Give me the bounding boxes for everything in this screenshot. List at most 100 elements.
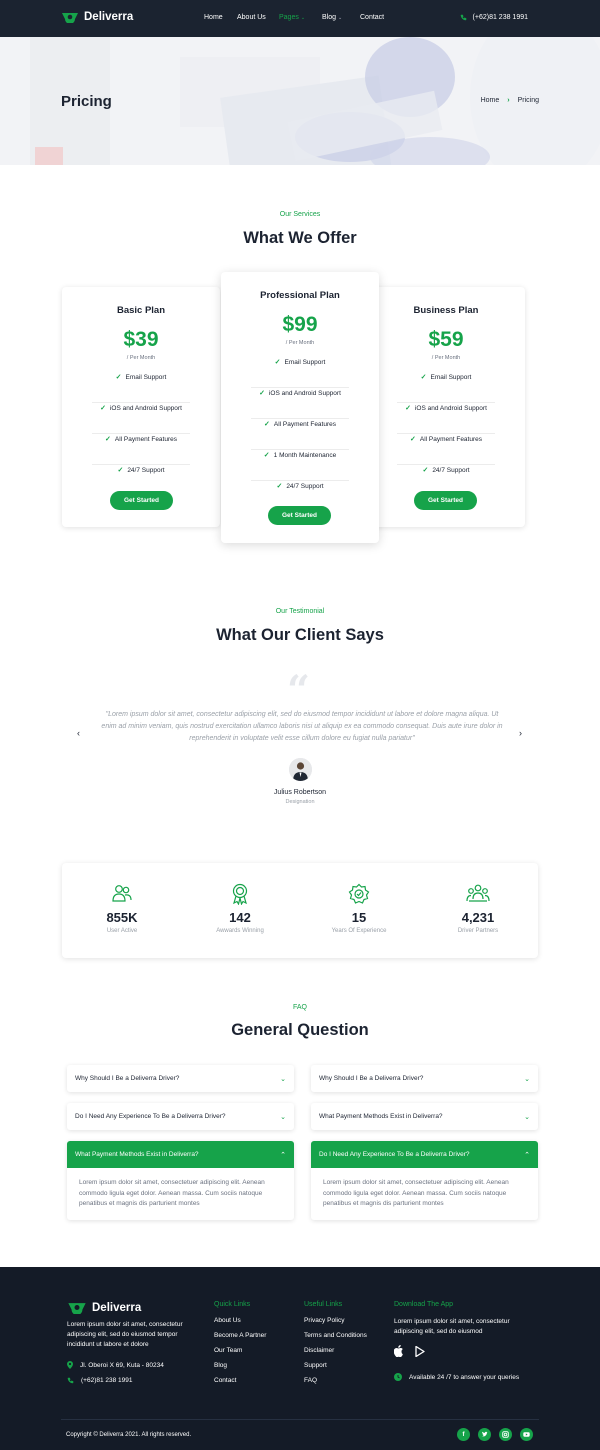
quick-links-title: Quick Links — [214, 1301, 251, 1308]
feature-label: Email Support — [284, 359, 326, 366]
faq-item[interactable]: Why Should I Be a Deliverra Driver? ⌄ — [67, 1065, 294, 1092]
plan-feature: ✓ iOS and Android Support — [92, 403, 190, 434]
faq-item-open[interactable]: Do I Need Any Experience To Be a Deliver… — [311, 1141, 538, 1220]
services-eyebrow: Our Services — [279, 211, 321, 218]
instagram-icon[interactable] — [499, 1428, 512, 1441]
plan-price: $99 — [282, 313, 318, 336]
nav-link-home[interactable]: Home — [204, 14, 223, 21]
plan-feature: ✓ Email Support — [92, 372, 190, 403]
footer-link[interactable]: Become A Partner — [214, 1332, 266, 1339]
footer-availability: Available 24 /7 to answer your queries — [394, 1373, 519, 1381]
plan-period: / Per Month — [431, 355, 461, 361]
plan-period: / Per Month — [285, 340, 315, 346]
chevron-down-icon: ⌄ — [280, 1113, 286, 1121]
users-icon — [112, 885, 132, 902]
brand-logo[interactable]: Deliverra — [61, 11, 133, 23]
clock-icon — [394, 1373, 402, 1381]
facebook-icon[interactable]: f — [457, 1428, 470, 1441]
plan-name: Professional Plan — [260, 290, 340, 301]
testimonial-quote: "Lorem ipsum dolor sit amet, consectetur… — [101, 711, 503, 742]
nav-link-blog[interactable]: Blog ⌄ — [322, 14, 342, 21]
check-icon: ✓ — [274, 359, 281, 366]
nav-phone[interactable]: (+62)81 238 1991 — [460, 14, 528, 21]
faq-item[interactable]: Why Should I Be a Deliverra Driver? ⌄ — [311, 1065, 538, 1092]
footer-link[interactable]: Privacy Policy — [304, 1317, 344, 1324]
page-hero: Pricing Home › Pricing — [0, 37, 600, 165]
footer-link[interactable]: Our Team — [214, 1347, 242, 1354]
google-play-icon[interactable] — [415, 1346, 425, 1357]
brand-name: Deliverra — [84, 11, 134, 23]
footer-link[interactable]: Support — [304, 1362, 327, 1369]
nav-link-pages-label: Pages — [279, 14, 299, 21]
team-icon — [466, 884, 490, 902]
feature-label: All Payment Features — [273, 421, 336, 428]
stat-label: Awwards Winning — [216, 928, 264, 934]
chevron-down-icon: ⌄ — [524, 1075, 530, 1083]
footer-phone[interactable]: (+62)81 238 1991 — [67, 1377, 133, 1384]
chevron-right-icon: › — [507, 97, 510, 104]
stat-label: Years Of Experience — [331, 928, 387, 934]
feature-label: iOS and Android Support — [268, 390, 341, 397]
nav-phone-number: (+62)81 238 1991 — [472, 14, 528, 21]
twitter-icon[interactable] — [478, 1428, 491, 1441]
person-avatar-icon — [289, 758, 312, 781]
faq-item[interactable]: What Payment Methods Exist in Deliverra?… — [311, 1103, 538, 1130]
feature-label: All Payment Features — [419, 436, 482, 443]
stat-value: 15 — [351, 910, 367, 925]
check-icon: ✓ — [422, 467, 429, 474]
faq-answer: Lorem ipsum dolor sit amet, consectetuer… — [79, 1179, 265, 1207]
stats-panel: 855K User Active 142 Awwards Winning 15 … — [62, 863, 538, 958]
footer-link[interactable]: About Us — [214, 1317, 241, 1324]
prev-arrow-icon[interactable]: ‹ — [77, 728, 80, 738]
plan-feature: ✓ All Payment Features — [92, 434, 190, 465]
feature-label: 24/7 Support — [432, 467, 470, 474]
feature-label: 24/7 Support — [286, 483, 324, 490]
nav-link-about[interactable]: About Us — [237, 14, 266, 21]
check-icon: ✓ — [259, 390, 265, 397]
footer-link[interactable]: Terms and Conditions — [304, 1332, 367, 1339]
feature-label: iOS and Android Support — [414, 405, 487, 412]
feature-label: Email Support — [430, 374, 472, 381]
footer-link[interactable]: Contact — [214, 1377, 236, 1384]
get-started-button[interactable]: Get Started — [268, 506, 331, 525]
footer-link[interactable]: FAQ — [304, 1377, 317, 1384]
check-icon: ✓ — [115, 374, 122, 381]
footer-link[interactable]: Blog — [214, 1362, 227, 1369]
faq-item[interactable]: Do I Need Any Experience To Be a Deliver… — [67, 1103, 294, 1130]
faq-question: Do I Need Any Experience To Be a Deliver… — [75, 1113, 226, 1120]
plan-feature: ✓ Email Support — [397, 372, 495, 403]
availability-text: Available 24 /7 to answer your queries — [409, 1373, 520, 1381]
get-started-button[interactable]: Get Started — [414, 491, 477, 510]
plan-feature: ✓ All Payment Features — [251, 419, 349, 450]
apple-icon[interactable] — [394, 1345, 404, 1357]
logo-icon — [68, 1303, 86, 1314]
top-navbar: Deliverra Home About Us Pages ⌄ Blog ⌄ C… — [0, 0, 600, 37]
plan-price: $39 — [123, 328, 159, 351]
get-started-button[interactable]: Get Started — [110, 491, 173, 510]
faq-item-open[interactable]: What Payment Methods Exist in Deliverra?… — [67, 1141, 294, 1220]
footer-address: Jl. Oberoi X 69, Kuta - 80234 — [67, 1361, 164, 1369]
feature-label: iOS and Android Support — [109, 405, 182, 412]
badge-icon — [348, 883, 370, 904]
nav-link-contact[interactable]: Contact — [360, 14, 384, 21]
nav-link-pages[interactable]: Pages ⌄ — [279, 14, 305, 21]
stat-label: User Active — [106, 928, 138, 934]
youtube-icon[interactable] — [520, 1428, 533, 1441]
footer-address-text: Jl. Oberoi X 69, Kuta - 80234 — [80, 1361, 164, 1369]
stat-value: 4,231 — [461, 910, 495, 925]
faq-question: Do I Need Any Experience To Be a Deliver… — [319, 1151, 470, 1158]
footer-link[interactable]: Disclaimer — [304, 1347, 334, 1354]
phone-icon — [460, 14, 466, 21]
logo-icon — [62, 13, 78, 23]
download-app-text: Lorem ipsum dolor sit amet, consectetur … — [394, 1318, 510, 1335]
footer-brand-logo[interactable]: Deliverra — [67, 1301, 141, 1314]
breadcrumb-home[interactable]: Home — [481, 97, 500, 104]
next-arrow-icon[interactable]: › — [519, 728, 522, 738]
check-icon: ✓ — [405, 405, 411, 412]
site-footer: Deliverra Lorem ipsum dolor sit amet, co… — [0, 1267, 600, 1450]
stat-value: 142 — [229, 910, 251, 925]
chevron-up-icon: ⌃ — [524, 1151, 530, 1159]
check-icon: ✓ — [100, 405, 106, 412]
copyright-text: Copyright © Deliverra 2021. All rights r… — [66, 1432, 192, 1438]
youtube-glyph-icon — [523, 1432, 530, 1437]
